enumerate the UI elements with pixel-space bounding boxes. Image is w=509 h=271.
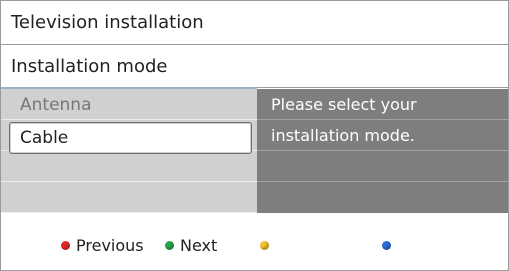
help-text-line: Please select your [271, 95, 417, 114]
menu-row-empty [1, 182, 257, 213]
help-row: installation mode. [257, 120, 508, 151]
help-panel: Please select your installation mode. [257, 89, 508, 213]
section-title: Installation mode [1, 46, 508, 88]
yellow-key-button[interactable] [260, 234, 275, 256]
green-key-label: Next [180, 235, 218, 255]
menu-item-label: Cable [20, 128, 69, 148]
red-dot-icon [61, 240, 70, 250]
help-row: Please select your [257, 89, 508, 120]
installation-mode-list: Antenna Cable [1, 89, 257, 213]
red-key-previous-button[interactable]: Previous [61, 234, 144, 256]
tv-menu-screen: Television installation Installation mod… [0, 0, 509, 271]
help-text-line: installation mode. [271, 126, 415, 145]
help-row-empty [257, 182, 508, 213]
blue-dot-icon [382, 240, 391, 250]
menu-item-cable[interactable]: Cable [1, 89, 257, 154]
red-key-label: Previous [76, 235, 144, 255]
blue-key-button[interactable] [382, 234, 397, 256]
green-key-next-button[interactable]: Next [165, 234, 217, 256]
color-key-bar: Previous Next [1, 213, 508, 270]
yellow-dot-icon [260, 240, 269, 250]
green-dot-icon [165, 240, 174, 250]
menu-row-empty [1, 151, 257, 182]
page-title: Television installation [1, 1, 508, 45]
help-row-empty [257, 151, 508, 182]
